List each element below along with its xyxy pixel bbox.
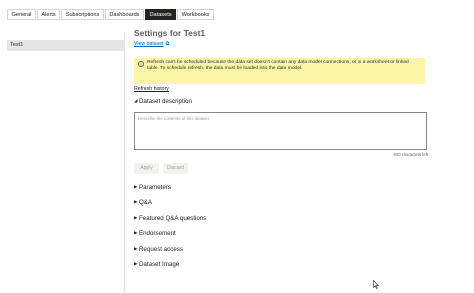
tab-alerts[interactable]: Alerts (36, 9, 61, 20)
caret-right-icon: ▶ (134, 246, 138, 251)
apply-button[interactable]: Apply (134, 163, 159, 174)
dataset-description-input[interactable]: Describe the contents of this dataset. (134, 112, 427, 150)
dataset-description-label: Dataset description (138, 98, 192, 105)
section-featured-qna[interactable]: ▶ Featured Q&A questions (134, 214, 206, 223)
external-link-icon: ⧉ (165, 41, 170, 47)
caret-right-icon: ▶ (134, 215, 138, 220)
tab-datasets[interactable]: Datasets (144, 9, 177, 20)
caret-right-icon: ▶ (134, 261, 138, 266)
section-parameters[interactable]: ▶ Parameters (134, 183, 171, 192)
characters-left-counter: 500 characters left (393, 152, 428, 157)
section-endorsement-label: Endorsement (138, 230, 176, 237)
info-circle-icon: i (138, 61, 144, 67)
caret-right-icon: ▶ (134, 199, 138, 204)
settings-tab-bar: General Alerts Subscriptions Dashboards … (7, 9, 215, 20)
section-dataset-image[interactable]: ▶ Dataset Image (134, 260, 179, 269)
view-dataset-label: View dataset (134, 41, 164, 47)
tab-workbooks[interactable]: Workbooks (177, 9, 214, 20)
discard-button[interactable]: Discard (163, 163, 188, 174)
view-dataset-link[interactable]: View dataset ⧉ (134, 41, 169, 47)
caret-down-icon: ◢ (134, 98, 138, 103)
section-parameters-label: Parameters (138, 184, 171, 191)
dataset-list-sidebar: Test1 (0, 33, 125, 293)
page-title: Settings for Test1 (134, 28, 206, 38)
caret-right-icon: ▶ (134, 230, 138, 235)
warning-text: Refresh can't be scheduled because the d… (147, 60, 409, 72)
refresh-history-link[interactable]: Refresh history (134, 86, 169, 92)
dataset-description-heading[interactable]: ◢ Dataset description (134, 97, 192, 106)
section-endorsement[interactable]: ▶ Endorsement (134, 229, 176, 238)
tab-subscriptions[interactable]: Subscriptions (61, 9, 104, 20)
caret-right-icon: ▶ (134, 184, 138, 189)
tab-dashboards[interactable]: Dashboards (104, 9, 144, 20)
section-qna-label: Q&A (138, 199, 153, 206)
sidebar-item-test1[interactable]: Test1 (7, 40, 125, 51)
section-featured-qna-label: Featured Q&A questions (138, 215, 207, 222)
section-dataset-image-label: Dataset Image (138, 261, 180, 268)
mouse-pointer-icon (373, 280, 379, 289)
dataset-settings-panel: Settings for Test1 View dataset ⧉ i Refre… (134, 28, 434, 268)
section-qna[interactable]: ▶ Q&A (134, 198, 152, 207)
section-request-access-label: Request access (138, 246, 183, 253)
tab-general[interactable]: General (7, 9, 36, 20)
section-request-access[interactable]: ▶ Request access (134, 245, 183, 254)
refresh-warning-banner: i Refresh can't be scheduled because the… (134, 58, 425, 84)
